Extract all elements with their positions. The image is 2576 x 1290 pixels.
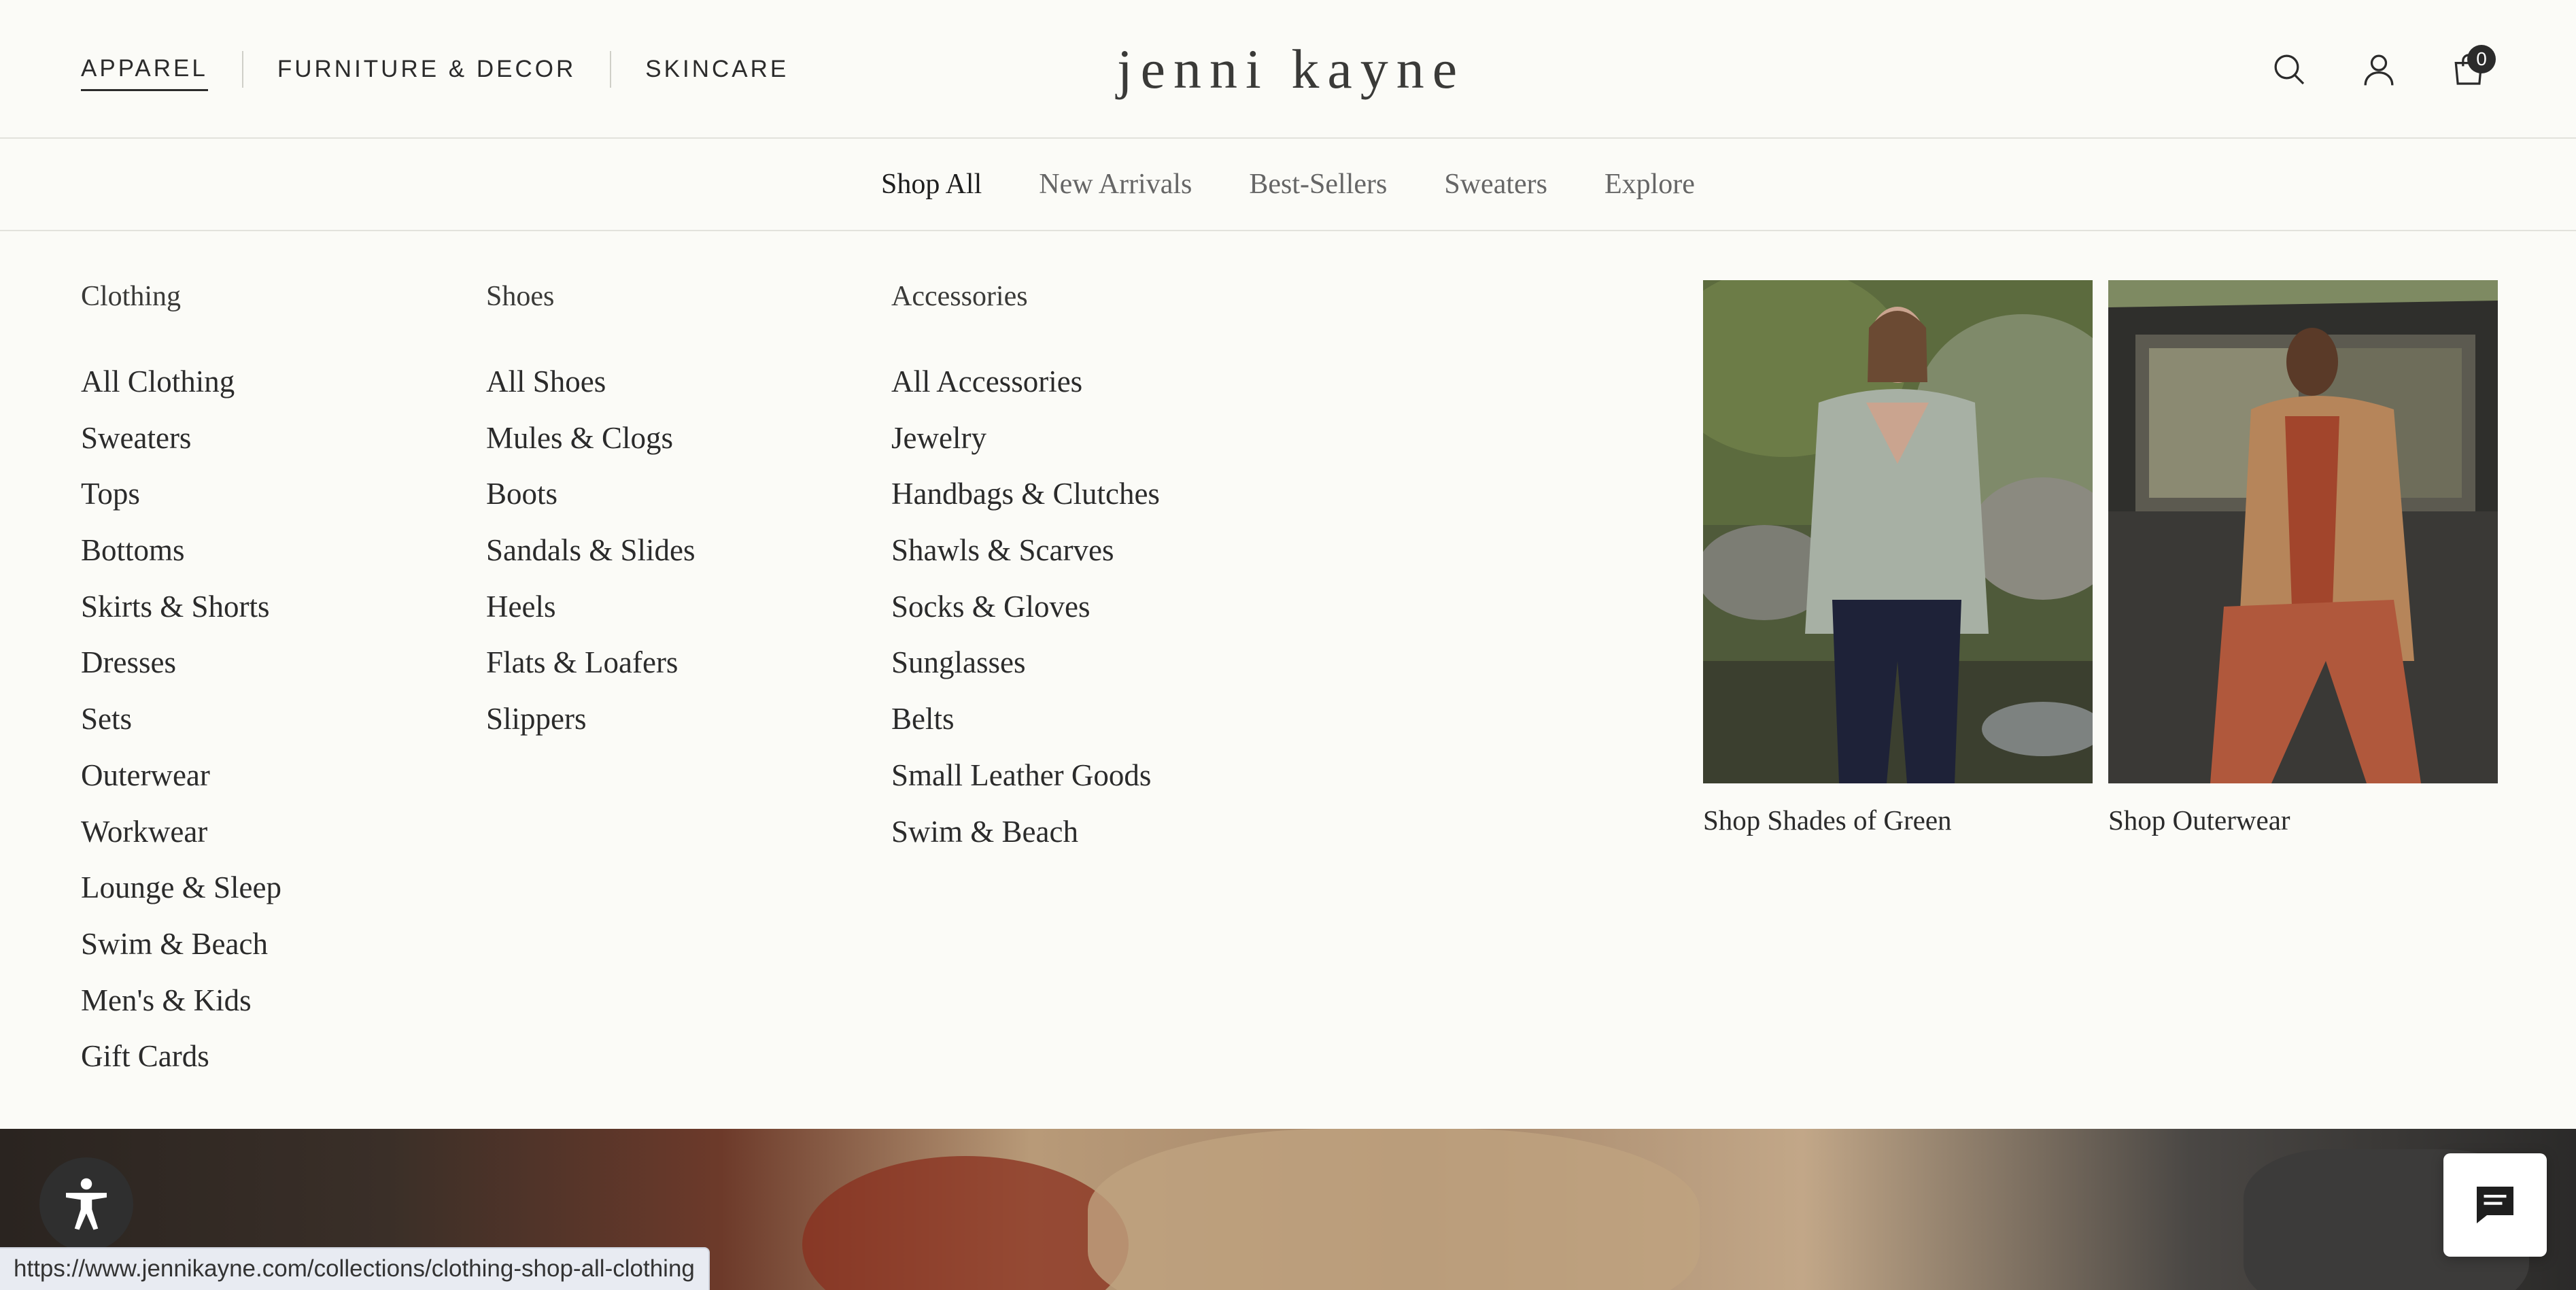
menu-link-socks-gloves[interactable]: Socks & Gloves (891, 579, 1160, 635)
subnav-sweaters[interactable]: Sweaters (1444, 168, 1547, 201)
menu-link-shawls-scarves[interactable]: Shawls & Scarves (891, 522, 1160, 579)
menu-link-tops[interactable]: Tops (81, 466, 281, 522)
menu-link-all-shoes[interactable]: All Shoes (486, 354, 695, 410)
chat-icon (2477, 1187, 2513, 1223)
clothing-column: Clothing All Clothing Sweaters Tops Bott… (81, 280, 281, 1085)
search-button[interactable] (2262, 42, 2316, 97)
chat-button[interactable] (2443, 1153, 2547, 1257)
promo-image-green[interactable] (1703, 280, 2093, 783)
menu-link-heels[interactable]: Heels (486, 579, 695, 635)
category-furniture-decor[interactable]: FURNITURE & DECOR (277, 49, 576, 90)
promo-caption-green[interactable]: Shop Shades of Green (1703, 804, 2093, 836)
clothing-heading[interactable]: Clothing (81, 280, 281, 322)
menu-link-handbags-clutches[interactable]: Handbags & Clutches (891, 466, 1160, 522)
search-icon (2274, 54, 2305, 85)
promo-image-outerwear[interactable] (2108, 280, 2498, 783)
menu-link-sets[interactable]: Sets (81, 691, 281, 747)
menu-link-workwear[interactable]: Workwear (81, 804, 281, 860)
menu-link-mens-kids[interactable]: Men's & Kids (81, 972, 281, 1029)
menu-link-mules-clogs[interactable]: Mules & Clogs (486, 410, 695, 466)
menu-link-belts[interactable]: Belts (891, 691, 1160, 747)
menu-link-outerwear[interactable]: Outerwear (81, 747, 281, 804)
menu-link-slippers[interactable]: Slippers (486, 691, 695, 747)
brand-logo[interactable]: jenni kayne (1097, 35, 1485, 103)
cart-button[interactable]: 0 (2441, 42, 2496, 97)
category-divider (610, 51, 612, 88)
category-nav: APPAREL FURNITURE & DECOR SKINCARE (81, 48, 789, 91)
menu-link-jewelry[interactable]: Jewelry (891, 410, 1160, 466)
shoes-column: Shoes All Shoes Mules & Clogs Boots Sand… (486, 280, 695, 747)
accessibility-button[interactable] (39, 1157, 133, 1251)
promo-shades-of-green[interactable]: Shop Shades of Green (1703, 280, 2093, 836)
status-bar-url: https://www.jennikayne.com/collections/c… (0, 1247, 710, 1290)
category-divider (241, 51, 243, 88)
menu-link-gift-cards[interactable]: Gift Cards (81, 1028, 281, 1085)
menu-link-swim-beach[interactable]: Swim & Beach (81, 916, 281, 972)
accessories-column: Accessories All Accessories Jewelry Hand… (891, 280, 1160, 860)
menu-link-sunglasses[interactable]: Sunglasses (891, 634, 1160, 691)
promo-photo-outerwear (2108, 280, 2498, 783)
sub-nav: Shop All New Arrivals Best-Sellers Sweat… (0, 139, 2576, 231)
category-apparel[interactable]: APPAREL (81, 48, 208, 91)
menu-link-sandals-slides[interactable]: Sandals & Slides (486, 522, 695, 579)
menu-link-small-leather-goods[interactable]: Small Leather Goods (891, 747, 1160, 804)
top-header: APPAREL FURNITURE & DECOR SKINCARE jenni… (0, 0, 2576, 139)
page: APPAREL FURNITURE & DECOR SKINCARE jenni… (0, 0, 2576, 1290)
accessibility-icon (66, 1178, 107, 1230)
category-skincare[interactable]: SKINCARE (645, 49, 789, 90)
subnav-best-sellers[interactable]: Best-Sellers (1249, 168, 1387, 201)
menu-link-lounge-sleep[interactable]: Lounge & Sleep (81, 860, 281, 916)
promo-caption-outerwear[interactable]: Shop Outerwear (2108, 804, 2498, 836)
menu-link-skirts-shorts[interactable]: Skirts & Shorts (81, 579, 281, 635)
subnav-new-arrivals[interactable]: New Arrivals (1039, 168, 1192, 201)
mega-menu: Clothing All Clothing Sweaters Tops Bott… (0, 231, 2576, 1129)
account-button[interactable] (2352, 42, 2406, 97)
accessories-heading[interactable]: Accessories (891, 280, 1160, 322)
menu-link-bottoms[interactable]: Bottoms (81, 522, 281, 579)
subnav-shop-all[interactable]: Shop All (881, 168, 982, 201)
menu-link-sweaters[interactable]: Sweaters (81, 410, 281, 466)
promo-photo-green (1703, 280, 2093, 783)
menu-link-all-accessories[interactable]: All Accessories (891, 354, 1160, 410)
menu-link-boots[interactable]: Boots (486, 466, 695, 522)
menu-link-flats-loafers[interactable]: Flats & Loafers (486, 634, 695, 691)
shoes-heading[interactable]: Shoes (486, 280, 695, 322)
promo-outerwear[interactable]: Shop Outerwear (2108, 280, 2498, 836)
header-icons: 0 (2227, 42, 2496, 97)
account-icon (2364, 54, 2394, 86)
cart-count-badge: 0 (2467, 45, 2496, 73)
menu-link-all-clothing[interactable]: All Clothing (81, 354, 281, 410)
menu-link-dresses[interactable]: Dresses (81, 634, 281, 691)
subnav-explore[interactable]: Explore (1604, 168, 1695, 201)
menu-link-swim-beach-accessories[interactable]: Swim & Beach (891, 804, 1160, 860)
